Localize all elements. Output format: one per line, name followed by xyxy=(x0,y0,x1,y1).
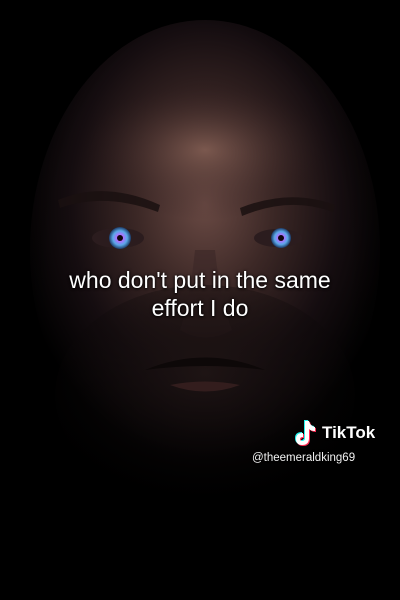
video-caption: who don't put in the same effort I do xyxy=(0,266,400,322)
tiktok-watermark: TikTok @theemeraldking69 xyxy=(248,418,398,464)
creator-handle: @theemeraldking69 xyxy=(252,452,356,464)
tiktok-brand-label: TikTok xyxy=(322,423,376,442)
tiktok-note-icon xyxy=(295,420,316,446)
caption-line-2: effort I do xyxy=(151,295,249,321)
tiktok-brand-row: TikTok xyxy=(248,418,398,448)
video-frame: who don't put in the same effort I do Ti… xyxy=(0,0,400,600)
caption-line-1: who don't put in the same xyxy=(69,267,331,293)
